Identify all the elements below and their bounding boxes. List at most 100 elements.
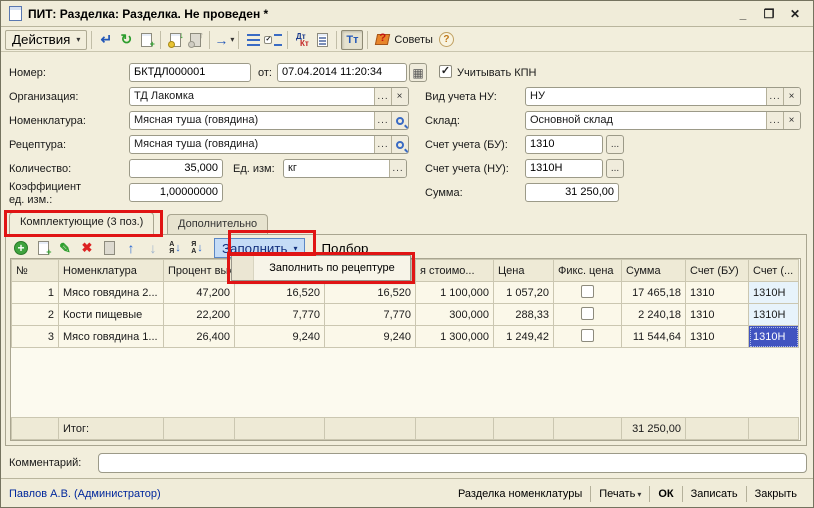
cell-qty2[interactable]: 7,770 (325, 304, 416, 326)
cell-cost[interactable]: 1 100,000 (416, 282, 494, 304)
edit-row-icon[interactable]: ✎ (54, 238, 76, 258)
add-row-icon[interactable]: + (10, 238, 32, 258)
magnifier-icon[interactable] (391, 136, 408, 153)
post-document-icon[interactable]: ↓ (165, 30, 185, 50)
cell-summa[interactable]: 17 465,18 (622, 282, 686, 304)
select-ellipsis-icon[interactable]: ... (374, 136, 391, 153)
cell-schet-nu-selected[interactable]: 1310Н (749, 326, 799, 348)
col-header-cost[interactable]: я стоимо... (416, 260, 494, 282)
delete-row-icon[interactable]: ✖ (76, 238, 98, 258)
cell-schet-nu[interactable]: 1310Н (749, 282, 799, 304)
cell-qty2[interactable]: 16,520 (325, 282, 416, 304)
select-ellipsis-icon[interactable]: ... (606, 135, 624, 154)
sklad-input[interactable]: Основной склад ... × (525, 111, 801, 130)
tab-dopolnitelno[interactable]: Дополнительно (167, 214, 268, 234)
summa-input[interactable]: 31 250,00 (525, 183, 619, 202)
cell-percent[interactable]: 47,200 (164, 282, 235, 304)
col-header-num[interactable]: № (12, 260, 59, 282)
nomer-input[interactable]: БКТДЛ000001 (129, 63, 251, 82)
help-icon[interactable]: ? (439, 32, 454, 47)
sort-asc-icon[interactable]: АЯ↓ (164, 238, 186, 258)
cell-qty1[interactable]: 7,770 (235, 304, 325, 326)
actions-menu-button[interactable]: Действия▾ (5, 30, 87, 50)
checklist-icon[interactable]: ✓ (263, 30, 283, 50)
print-dropdown-button[interactable]: Печать▾ (591, 486, 649, 502)
col-header-nomenklatura[interactable]: Номенклатура (59, 260, 164, 282)
cell-name[interactable]: Кости пищевые (59, 304, 164, 326)
nomenklatura-input[interactable]: Мясная туша (говядина) ... (129, 111, 409, 130)
cell-qty2[interactable]: 9,240 (325, 326, 416, 348)
clear-icon[interactable]: × (783, 88, 800, 105)
koefficient-input[interactable]: 1,00000000 (129, 183, 223, 202)
user-link[interactable]: Павлов А.В. (Администратор) (9, 488, 161, 500)
select-ellipsis-icon[interactable]: ... (389, 160, 406, 177)
kolichestvo-input[interactable]: 35,000 (129, 159, 223, 178)
sort-desc-icon[interactable]: ЯА↓ (186, 238, 208, 258)
cell-price[interactable]: 1 057,20 (494, 282, 554, 304)
cell-schet-bu[interactable]: 1310 (686, 282, 749, 304)
date-input[interactable]: 07.04.2014 11:20:34 (277, 63, 407, 82)
clear-icon[interactable]: × (783, 112, 800, 129)
cell-name[interactable]: Мясо говядина 1... (59, 326, 164, 348)
cell-summa[interactable]: 11 544,64 (622, 326, 686, 348)
col-header-fixed-price[interactable]: Фикс. цена (554, 260, 622, 282)
refresh-icon[interactable]: ↻ (116, 30, 136, 50)
calendar-button[interactable]: ▦ (409, 63, 427, 82)
cell-cost[interactable]: 300,000 (416, 304, 494, 326)
cell-cost[interactable]: 1 300,000 (416, 326, 494, 348)
structure-list-icon[interactable] (243, 30, 263, 50)
journal-icon[interactable] (312, 30, 332, 50)
select-ellipsis-icon[interactable]: ... (606, 159, 624, 178)
clear-icon[interactable]: × (391, 88, 408, 105)
select-ellipsis-icon[interactable]: ... (374, 112, 391, 129)
cell-summa[interactable]: 2 240,18 (622, 304, 686, 326)
ok-button[interactable]: ОК (650, 486, 681, 502)
select-ellipsis-icon[interactable]: ... (766, 88, 783, 105)
ed-izm-input[interactable]: кг ... (283, 159, 407, 178)
cell-schet-nu[interactable]: 1310Н (749, 304, 799, 326)
cell-fixed-price[interactable] (554, 326, 622, 348)
tab-komplektuyushchie[interactable]: Комплектующие (3 поз.) (9, 212, 154, 235)
save-button[interactable]: Записать (683, 486, 746, 502)
schet-nu-input[interactable]: 1310Н (525, 159, 603, 178)
razdelka-nomenklatury-button[interactable]: Разделка номенклатуры (450, 486, 590, 502)
cell-name[interactable]: Мясо говядина 2... (59, 282, 164, 304)
col-header-price[interactable]: Цена (494, 260, 554, 282)
cell-num[interactable]: 1 (12, 282, 59, 304)
cell-price[interactable]: 1 249,42 (494, 326, 554, 348)
receptura-input[interactable]: Мясная туша (говядина) ... (129, 135, 409, 154)
kpn-checkbox-label[interactable]: Учитывать КПН (457, 67, 537, 79)
maximize-button[interactable]: ❐ (761, 7, 777, 21)
cell-fixed-price[interactable] (554, 282, 622, 304)
tips-label[interactable]: Советы (394, 34, 432, 46)
cell-fixed-price[interactable] (554, 304, 622, 326)
cell-qty1[interactable]: 16,520 (235, 282, 325, 304)
col-header-schet-bu[interactable]: Счет (БУ) (686, 260, 749, 282)
magnifier-icon[interactable] (391, 112, 408, 129)
dt-kt-postings-icon[interactable]: ДтКт (292, 30, 312, 50)
totals-toggle-button[interactable]: Тт (341, 30, 363, 50)
select-ellipsis-icon[interactable]: ... (374, 88, 391, 105)
organizaciya-input[interactable]: ТД Лакомка ... × (129, 87, 409, 106)
go-to-icon[interactable]: →▾ (214, 30, 234, 50)
col-header-percent[interactable]: Процент вых... (164, 260, 235, 282)
comment-input[interactable] (98, 453, 807, 473)
move-up-icon[interactable]: ↑ (120, 238, 142, 258)
cell-price[interactable]: 288,33 (494, 304, 554, 326)
reread-icon[interactable]: ↵ (96, 30, 116, 50)
col-header-summa[interactable]: Сумма (622, 260, 686, 282)
cell-percent[interactable]: 26,400 (164, 326, 235, 348)
col-header-schet-nu[interactable]: Счет (... (749, 260, 799, 282)
schet-bu-input[interactable]: 1310 (525, 135, 603, 154)
copy-document-icon[interactable]: + (136, 30, 156, 50)
select-ellipsis-icon[interactable]: ... (766, 112, 783, 129)
cell-percent[interactable]: 22,200 (164, 304, 235, 326)
close-window-button[interactable]: Закрыть (747, 486, 805, 502)
cell-qty1[interactable]: 9,240 (235, 326, 325, 348)
minimize-button[interactable]: _ (735, 7, 751, 21)
close-button[interactable]: ✕ (787, 7, 803, 21)
tips-book-icon[interactable]: ? (372, 30, 392, 50)
cell-schet-bu[interactable]: 1310 (686, 304, 749, 326)
menu-item-fill-by-recipe[interactable]: Заполнить по рецептуре (254, 262, 410, 274)
cell-num[interactable]: 2 (12, 304, 59, 326)
